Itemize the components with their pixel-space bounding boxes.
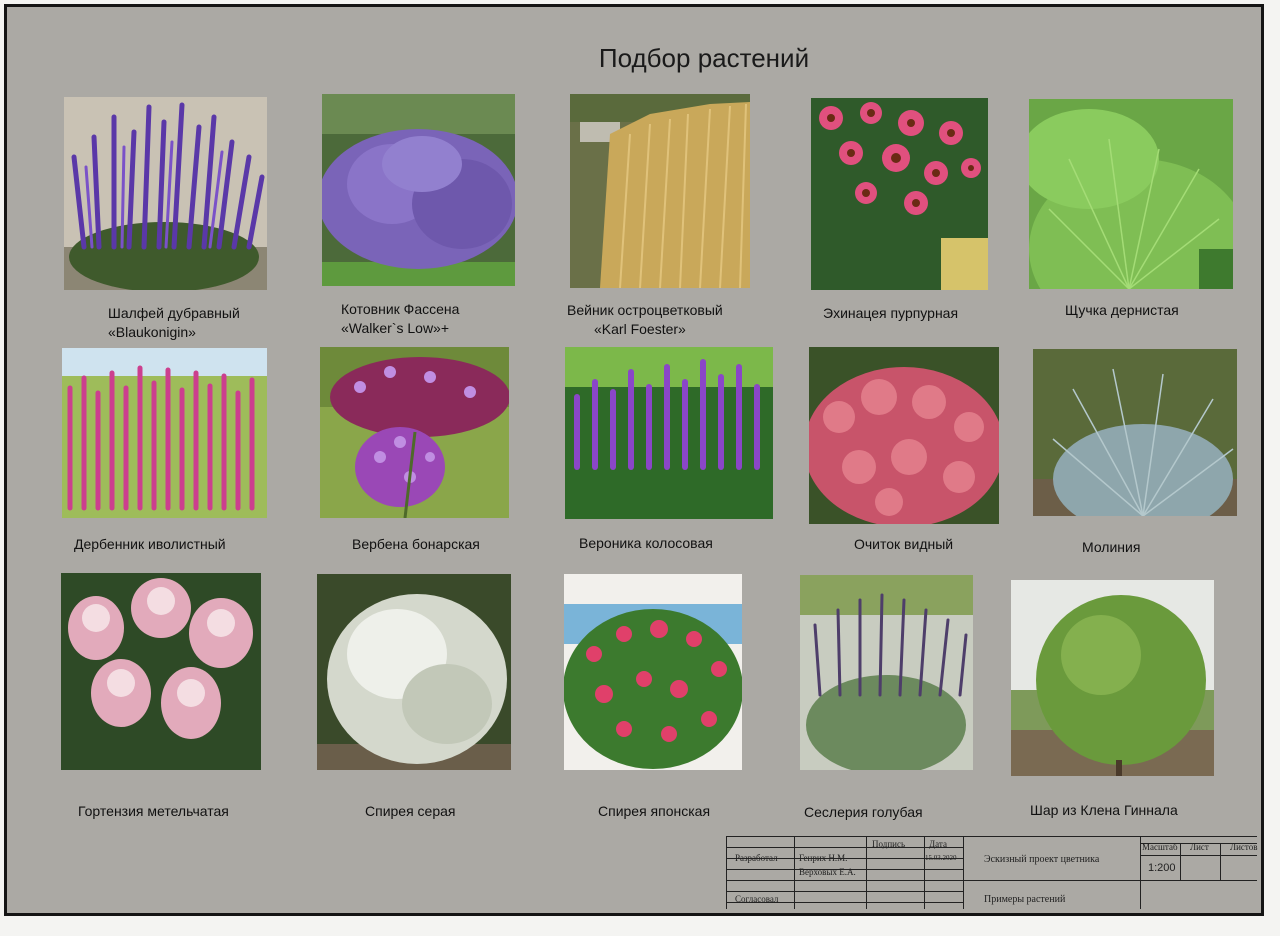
photo-deschampsia: [1029, 99, 1233, 289]
tb-masshtab-label: Масштаб: [1142, 842, 1178, 852]
tb-sheet-title: Примеры растений: [984, 894, 1066, 905]
tb-list-label: Лист: [1190, 842, 1209, 852]
photo-sesleria: [800, 575, 973, 770]
caption-plant-6: Дербенник иволистный: [74, 536, 226, 552]
tb-soglasoval-label: Согласовал: [735, 894, 779, 904]
photo-maple-ball: [1011, 580, 1214, 776]
photo-salvia: [64, 97, 267, 290]
caption-plant-10: Молиния: [1082, 539, 1141, 555]
caption-plant-1: Шалфей дубравный «Blaukonigin»: [108, 305, 240, 340]
caption-plant-11: Гортензия метельчатая: [78, 803, 229, 819]
tb-author-2: Верховых Е.А.: [799, 867, 856, 877]
tb-podpis-label: Подпись: [872, 839, 906, 849]
page-title: Подбор растений: [598, 43, 810, 73]
photo-hydrangea: [61, 573, 261, 770]
caption-plant-4: Эхинацея пурпурная: [823, 305, 959, 321]
photo-molinia: [1033, 349, 1237, 516]
tb-listov-label: Листов: [1230, 842, 1258, 852]
caption-plant-12: Спирея серая: [365, 803, 456, 819]
photo-sedum: [809, 347, 999, 524]
caption-plant-13: Спирея японская: [598, 803, 711, 819]
tb-scale-value: 1:200: [1148, 862, 1176, 874]
photo-spiraea-grey: [317, 574, 511, 770]
caption-plant-7: Вербена бонарская: [352, 536, 480, 552]
title-block: Подпись Дата Разработал Генрих Н.М. 15.0…: [726, 836, 1257, 909]
tb-date-1: 15.03.2020: [925, 854, 957, 862]
caption-plant-15: Шар из Клена Гиннала: [1030, 802, 1178, 818]
caption-plant-2: Котовник Фассена «Walker`s Low»+: [341, 301, 460, 336]
caption-plant-9: Очиток видный: [854, 536, 954, 552]
tb-razrabotal-label: Разработал: [735, 853, 778, 863]
tb-author-1: Генрих Н.М.: [799, 853, 848, 863]
photo-calamagrostis: [570, 94, 750, 288]
caption-plant-5: Щучка дернистая: [1065, 302, 1179, 318]
photo-verbena: [320, 347, 509, 518]
photo-echinacea: [811, 98, 988, 290]
caption-plant-14: Сеслерия голубая: [804, 804, 923, 820]
caption-plant-8: Вероника колосовая: [579, 535, 713, 551]
tb-data-label: Дата: [929, 839, 947, 849]
photo-spiraea-japanese: [564, 574, 742, 770]
photo-lythrum: [62, 348, 267, 518]
tb-project-name: Эскизный проект цветника: [984, 854, 1100, 865]
photo-nepeta: [322, 94, 515, 286]
photo-veronica: [565, 347, 773, 519]
caption-plant-3: Вейник остроцветковый «Karl Foester»: [567, 302, 723, 337]
